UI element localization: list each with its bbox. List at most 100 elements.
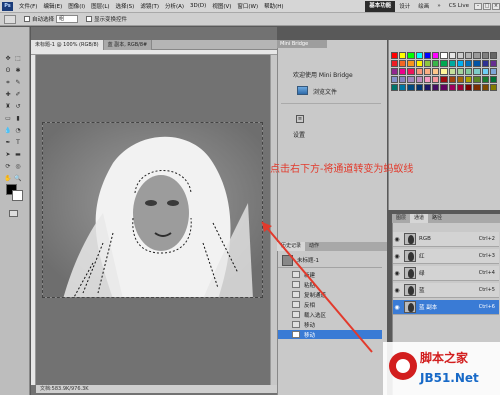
color-swatch[interactable] (448, 68, 456, 75)
path-selection-tool-icon[interactable]: ➤ (4, 151, 12, 159)
type-tool-icon[interactable]: T (14, 139, 22, 147)
visibility-eye-icon[interactable]: ◉ (393, 253, 401, 260)
visibility-eye-icon[interactable]: ◉ (393, 270, 401, 277)
color-swatch[interactable] (456, 68, 465, 75)
color-swatch[interactable] (391, 60, 399, 67)
color-swatch[interactable] (399, 60, 407, 67)
tab-document-1[interactable]: 未标题-1 @ 100% (RGB/8) (31, 40, 104, 50)
hand-tool-icon[interactable]: ✋ (4, 175, 12, 183)
close-icon[interactable]: × (492, 2, 500, 10)
lasso-tool-icon[interactable]: ʘ (4, 67, 12, 75)
color-swatch[interactable] (456, 76, 465, 83)
color-swatch[interactable] (407, 60, 415, 67)
marquee-tool-icon[interactable]: ⬚ (14, 55, 22, 63)
menu-view[interactable]: 视图(V) (209, 2, 234, 10)
settings-icon[interactable]: ≡ (296, 115, 304, 123)
history-brush-tool-icon[interactable]: ↺ (14, 103, 22, 111)
history-snapshot[interactable]: 未标题-1 (278, 253, 382, 268)
color-swatch[interactable] (391, 52, 399, 59)
color-swatch[interactable] (473, 60, 481, 67)
history-step[interactable]: 反相 (278, 300, 382, 309)
3d-rotate-tool-icon[interactable]: ⟳ (4, 163, 12, 171)
color-swatch[interactable] (432, 76, 440, 83)
history-step[interactable]: 移动 (278, 320, 382, 329)
workspace-design[interactable]: 设计 (395, 2, 414, 10)
cs-live-button[interactable]: CS Live (445, 3, 473, 9)
color-swatch[interactable] (481, 52, 489, 59)
channel-row-red[interactable]: ◉ 红 Ctrl+3 (393, 249, 499, 264)
image-canvas[interactable] (42, 122, 263, 298)
visibility-eye-icon[interactable]: ◉ (393, 304, 401, 311)
browse-files-icon[interactable] (297, 86, 308, 95)
tab-history[interactable]: 历史记录 (277, 242, 306, 251)
color-swatch[interactable] (456, 52, 465, 59)
color-swatch[interactable] (473, 52, 481, 59)
color-swatch[interactable] (473, 68, 481, 75)
color-swatch[interactable] (489, 76, 497, 83)
channel-row-green[interactable]: ◉ 绿 Ctrl+4 (393, 266, 499, 281)
brush-tool-icon[interactable]: ✐ (14, 91, 22, 99)
color-swatch[interactable] (473, 84, 481, 91)
color-swatch[interactable] (448, 52, 456, 59)
color-swatch[interactable] (407, 52, 415, 59)
blur-tool-icon[interactable]: 💧 (4, 127, 12, 135)
color-swatch[interactable] (465, 60, 473, 67)
color-swatch[interactable] (423, 68, 432, 75)
channel-row-blue[interactable]: ◉ 蓝 Ctrl+5 (393, 283, 499, 298)
gradient-tool-icon[interactable]: ▮ (14, 115, 22, 123)
color-swatch[interactable] (440, 52, 448, 59)
workspace-more[interactable]: » (433, 3, 444, 9)
show-transform-checkbox[interactable] (86, 16, 93, 22)
history-step-selected[interactable]: 移动 (278, 330, 382, 339)
menu-analysis[interactable]: 分析(A) (162, 2, 187, 10)
color-swatch[interactable] (440, 68, 448, 75)
tab-document-2[interactable]: 蓝 副本, RGB/8# (103, 40, 153, 50)
color-swatch[interactable] (399, 52, 407, 59)
workspace-essentials[interactable]: 基本功能 (365, 0, 396, 12)
shape-tool-icon[interactable]: ▬ (14, 151, 22, 159)
menu-layer[interactable]: 图层(L) (88, 2, 112, 10)
maximize-icon[interactable]: □ (483, 2, 491, 10)
color-swatch[interactable] (465, 76, 473, 83)
color-swatch[interactable] (423, 76, 432, 83)
menu-window[interactable]: 窗口(W) (234, 2, 261, 10)
color-swatch[interactable] (423, 84, 432, 91)
color-swatch[interactable] (432, 60, 440, 67)
history-step[interactable]: 新建 (278, 270, 382, 279)
channel-row-rgb[interactable]: ◉ RGB Ctrl+2 (393, 232, 499, 247)
visibility-eye-icon[interactable]: ◉ (393, 287, 401, 294)
color-swatch[interactable] (456, 84, 465, 91)
tab-actions[interactable]: 动作 (305, 242, 323, 251)
move-tool-icon[interactable]: ✥ (4, 55, 12, 63)
menu-file[interactable]: 文件(F) (16, 2, 40, 10)
color-swatch[interactable] (489, 68, 497, 75)
history-step[interactable]: 载入选区 (278, 310, 382, 319)
color-swatch[interactable] (448, 60, 456, 67)
minimize-icon[interactable]: – (474, 2, 482, 10)
color-swatch[interactable] (432, 84, 440, 91)
color-swatch[interactable] (481, 68, 489, 75)
3d-camera-tool-icon[interactable]: ◎ (14, 163, 22, 171)
auto-select-checkbox[interactable] (24, 16, 30, 22)
color-swatch[interactable] (440, 60, 448, 67)
color-swatch[interactable] (489, 60, 497, 67)
magic-wand-tool-icon[interactable]: ✱ (14, 67, 22, 75)
color-swatch[interactable] (415, 76, 423, 83)
color-swatch[interactable] (391, 84, 399, 91)
color-swatch[interactable] (432, 68, 440, 75)
tab-paths[interactable]: 路径 (428, 214, 446, 223)
color-swatch[interactable] (489, 52, 497, 59)
settings-link[interactable]: 设置 (293, 130, 305, 139)
pen-tool-icon[interactable]: ✒ (4, 139, 12, 147)
color-swatch[interactable] (465, 84, 473, 91)
color-swatch[interactable] (432, 52, 440, 59)
color-swatch[interactable] (399, 76, 407, 83)
tab-layers[interactable]: 图层 (392, 214, 410, 223)
menu-3d[interactable]: 3D(D) (187, 3, 209, 9)
menu-filter[interactable]: 滤镜(T) (137, 2, 162, 10)
menu-image[interactable]: 图像(I) (65, 2, 88, 10)
crop-tool-icon[interactable]: ⌗ (4, 79, 12, 87)
browse-files-link[interactable]: 浏览文件 (313, 87, 337, 96)
eyedropper-tool-icon[interactable]: ✎ (14, 79, 22, 87)
color-swatch[interactable] (407, 76, 415, 83)
